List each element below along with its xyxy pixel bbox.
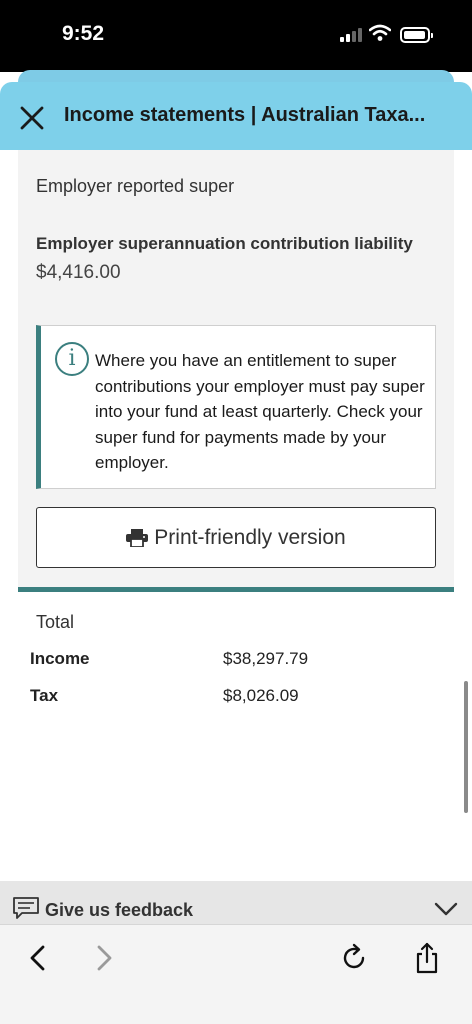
tax-label: Tax xyxy=(30,686,59,705)
comment-icon xyxy=(13,897,39,919)
totals-heading: Total xyxy=(36,612,75,632)
info-text: Where you have an entitlement to super c… xyxy=(95,351,425,472)
status-time: 9:52 xyxy=(62,22,105,45)
print-friendly-button[interactable]: Print-friendly version xyxy=(36,507,436,568)
page-title: Income statements | Australian Taxa... xyxy=(64,104,426,126)
share-icon[interactable] xyxy=(412,941,442,975)
chevron-down-icon[interactable] xyxy=(434,901,458,917)
feedback-label: Give us feedback xyxy=(45,900,194,920)
forward-arrow-icon[interactable] xyxy=(88,941,118,975)
super-section-heading: Employer reported super xyxy=(36,176,235,196)
close-icon[interactable] xyxy=(18,104,46,132)
status-bar: 9:52 xyxy=(0,0,472,72)
print-button-label: Print-friendly version xyxy=(154,525,346,549)
reload-icon[interactable] xyxy=(340,941,370,975)
info-icon: i xyxy=(55,342,89,376)
battery-icon xyxy=(400,27,433,43)
income-value: $38,297.79 xyxy=(223,649,309,668)
income-label: Income xyxy=(30,649,90,668)
browser-toolbar xyxy=(0,924,472,1024)
scrollbar[interactable] xyxy=(464,681,468,813)
liability-label: Employer superannuation contribution lia… xyxy=(36,234,413,253)
feedback-bar[interactable]: Give us feedback xyxy=(0,881,472,924)
wifi-icon xyxy=(369,24,391,41)
sheet-header: Income statements | Australian Taxa... xyxy=(0,82,472,150)
card-divider xyxy=(18,587,454,592)
liability-value: $4,416.00 xyxy=(36,262,121,283)
printer-icon xyxy=(126,528,149,547)
info-callout: i Where you have an entitlement to super… xyxy=(36,325,436,489)
tax-value: $8,026.09 xyxy=(223,686,299,705)
back-arrow-icon[interactable] xyxy=(24,941,54,975)
signal-icon xyxy=(340,28,362,42)
